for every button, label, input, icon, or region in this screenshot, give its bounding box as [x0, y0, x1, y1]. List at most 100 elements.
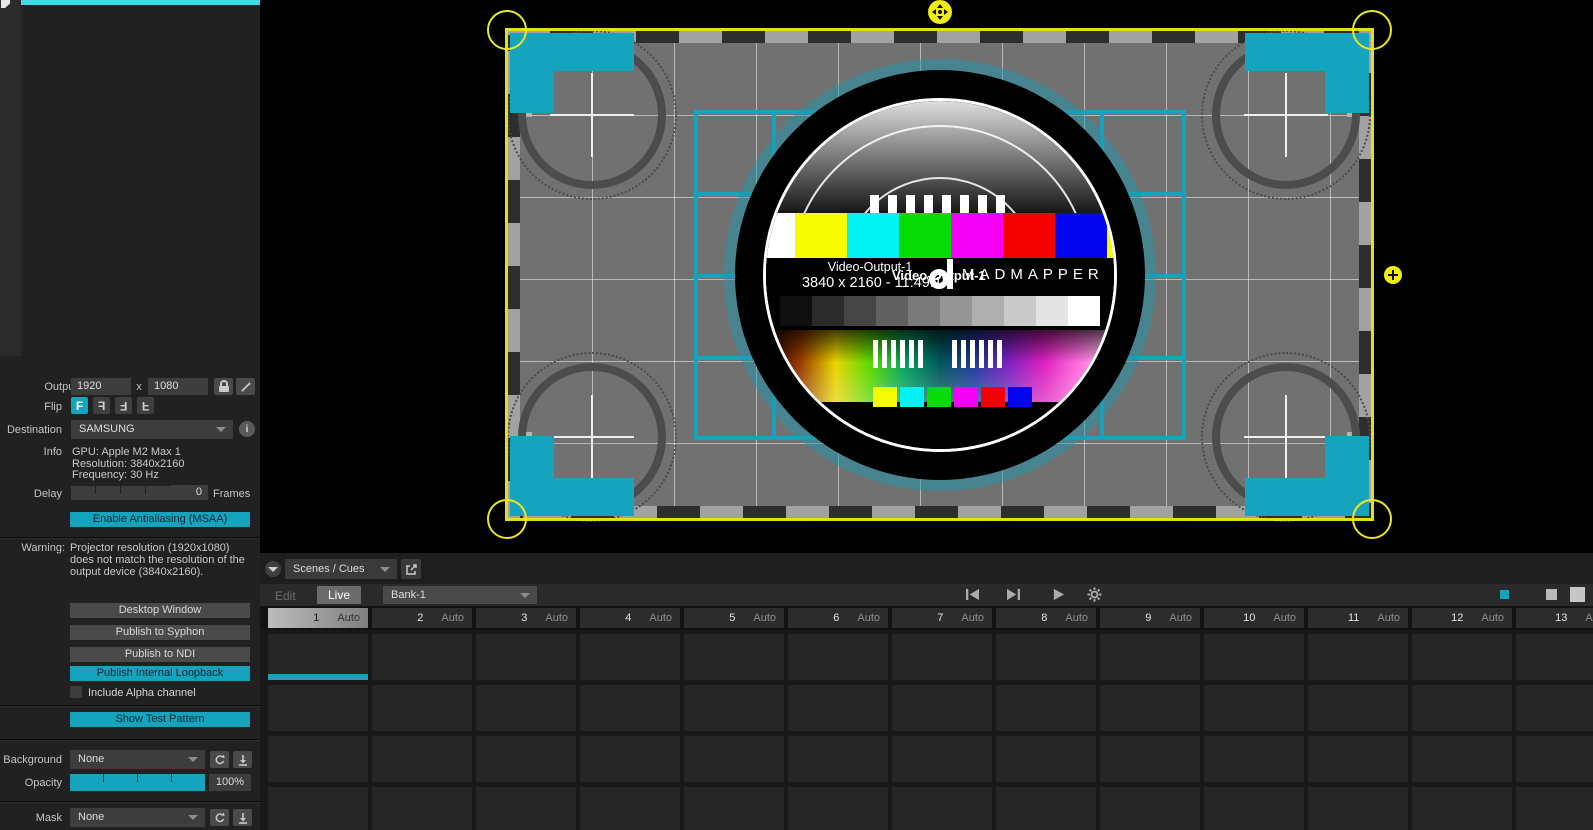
- corner-handle-top-right[interactable]: [1352, 10, 1392, 50]
- scene-column-header[interactable]: 13Auto: [1516, 608, 1593, 628]
- scene-column-header[interactable]: 11Auto: [1308, 608, 1408, 628]
- output-height-field[interactable]: 1080: [148, 378, 208, 395]
- scene-column-header[interactable]: 7Auto: [892, 608, 992, 628]
- flip-both-button[interactable]: F: [115, 397, 132, 414]
- mask-reload-button[interactable]: [210, 809, 229, 826]
- scene-cell[interactable]: [1308, 634, 1408, 680]
- live-mode-button[interactable]: Live: [317, 586, 361, 604]
- background-reload-button[interactable]: [210, 751, 229, 768]
- scene-cell[interactable]: [476, 634, 576, 680]
- mask-import-button[interactable]: [233, 809, 252, 826]
- next-scene-button[interactable]: [1004, 586, 1022, 603]
- scene-cell[interactable]: [1204, 634, 1304, 680]
- publish-loopback-button[interactable]: Publish Internal Loopback: [70, 666, 250, 681]
- scene-cell[interactable]: [684, 787, 784, 830]
- scene-cell[interactable]: [372, 787, 472, 830]
- scene-column-header[interactable]: 3Auto: [476, 608, 576, 628]
- destination-info-button[interactable]: i: [239, 421, 255, 437]
- scene-cell[interactable]: [996, 634, 1096, 680]
- scene-column-header[interactable]: 12Auto: [1412, 608, 1512, 628]
- scene-cell[interactable]: [1412, 685, 1512, 731]
- scene-column-header[interactable]: 5Auto: [684, 608, 784, 628]
- flip-horizontal-button[interactable]: F: [93, 397, 110, 414]
- scene-cell[interactable]: [684, 634, 784, 680]
- desktop-window-button[interactable]: Desktop Window: [70, 603, 250, 618]
- flip-vertical-button[interactable]: F: [137, 397, 154, 414]
- scene-column-header[interactable]: 10Auto: [1204, 608, 1304, 628]
- panel-mode-dropdown[interactable]: Scenes / Cues: [285, 559, 397, 579]
- opacity-value[interactable]: 100%: [209, 774, 251, 791]
- scene-cell[interactable]: [1204, 685, 1304, 731]
- scene-cell[interactable]: [1412, 736, 1512, 782]
- scene-cell[interactable]: [788, 634, 888, 680]
- scene-cell[interactable]: [996, 736, 1096, 782]
- scene-column-header[interactable]: 2Auto: [372, 608, 472, 628]
- collapse-panel-button[interactable]: [265, 561, 281, 577]
- scene-cell[interactable]: [892, 736, 992, 782]
- scene-cell[interactable]: [268, 787, 368, 830]
- scene-cell[interactable]: [580, 634, 680, 680]
- cell-size-medium-button[interactable]: [1546, 589, 1557, 600]
- scene-cell[interactable]: [996, 787, 1096, 830]
- move-handle-right[interactable]: [1384, 266, 1402, 284]
- enable-msaa-button[interactable]: Enable Antialiasing (MSAA): [70, 512, 250, 527]
- scene-cell[interactable]: [1100, 634, 1200, 680]
- scene-cell[interactable]: [372, 634, 472, 680]
- flip-none-button[interactable]: F: [71, 397, 88, 414]
- scene-cell[interactable]: [268, 736, 368, 782]
- scene-cell[interactable]: [580, 685, 680, 731]
- scene-cell[interactable]: [892, 685, 992, 731]
- scene-cell[interactable]: [788, 787, 888, 830]
- destination-dropdown[interactable]: SAMSUNG: [71, 420, 233, 439]
- scene-cell[interactable]: [1100, 787, 1200, 830]
- background-dropdown[interactable]: None: [70, 750, 205, 769]
- scene-cell[interactable]: [580, 787, 680, 830]
- corner-handle-bottom-left[interactable]: [487, 499, 527, 539]
- scene-cell[interactable]: [892, 787, 992, 830]
- scene-cell[interactable]: [1516, 787, 1593, 830]
- scene-cell[interactable]: [684, 736, 784, 782]
- cell-size-small-button[interactable]: [1500, 590, 1509, 599]
- publish-syphon-button[interactable]: Publish to Syphon: [70, 625, 250, 640]
- publish-ndi-button[interactable]: Publish to NDI: [70, 647, 250, 662]
- mask-dropdown[interactable]: None: [70, 808, 205, 827]
- output-width-field[interactable]: 1920: [71, 378, 131, 395]
- scene-cell[interactable]: [1204, 787, 1304, 830]
- test-pattern-surface[interactable]: Video-Output-1 3840 x 2160 - 11:49:14 Vi…: [507, 30, 1372, 519]
- delay-slider[interactable]: [71, 486, 170, 500]
- scene-cell[interactable]: [1308, 736, 1408, 782]
- scene-cell[interactable]: [1308, 685, 1408, 731]
- scene-column-header[interactable]: 4Auto: [580, 608, 680, 628]
- scene-cell[interactable]: [996, 685, 1096, 731]
- scene-cell[interactable]: [268, 685, 368, 731]
- edit-mode-button[interactable]: Edit: [275, 589, 305, 603]
- move-handle-top[interactable]: [928, 0, 952, 24]
- scene-column-header[interactable]: 1Auto: [268, 608, 368, 628]
- scene-cell[interactable]: [476, 685, 576, 731]
- previous-scene-button[interactable]: [963, 586, 981, 603]
- delay-value[interactable]: 0: [170, 485, 208, 500]
- scene-column-header[interactable]: 6Auto: [788, 608, 888, 628]
- scene-cell[interactable]: [1204, 736, 1304, 782]
- scene-cell[interactable]: [1100, 736, 1200, 782]
- scene-cell[interactable]: [788, 685, 888, 731]
- scene-cell[interactable]: [1308, 787, 1408, 830]
- scene-settings-button[interactable]: [1085, 586, 1103, 603]
- alpha-checkbox[interactable]: [70, 686, 82, 698]
- scene-cell[interactable]: [476, 736, 576, 782]
- scene-cell[interactable]: [1100, 685, 1200, 731]
- scene-cell[interactable]: [476, 787, 576, 830]
- output-preview-canvas[interactable]: Video-Output-1 3840 x 2160 - 11:49:14 Vi…: [260, 0, 1593, 553]
- cell-size-large-button[interactable]: [1570, 587, 1585, 602]
- bank-dropdown[interactable]: Bank-1: [383, 586, 537, 604]
- corner-handle-top-left[interactable]: [487, 10, 527, 50]
- scene-column-header[interactable]: 9Auto: [1100, 608, 1200, 628]
- background-import-button[interactable]: [233, 751, 252, 768]
- play-button[interactable]: [1049, 586, 1067, 603]
- lock-aspect-button[interactable]: [214, 378, 233, 395]
- popout-window-button[interactable]: [401, 559, 421, 579]
- scene-cell[interactable]: [1516, 634, 1593, 680]
- scene-cell[interactable]: [1412, 787, 1512, 830]
- show-test-pattern-button[interactable]: Show Test Pattern: [70, 712, 250, 727]
- scene-cell[interactable]: [372, 736, 472, 782]
